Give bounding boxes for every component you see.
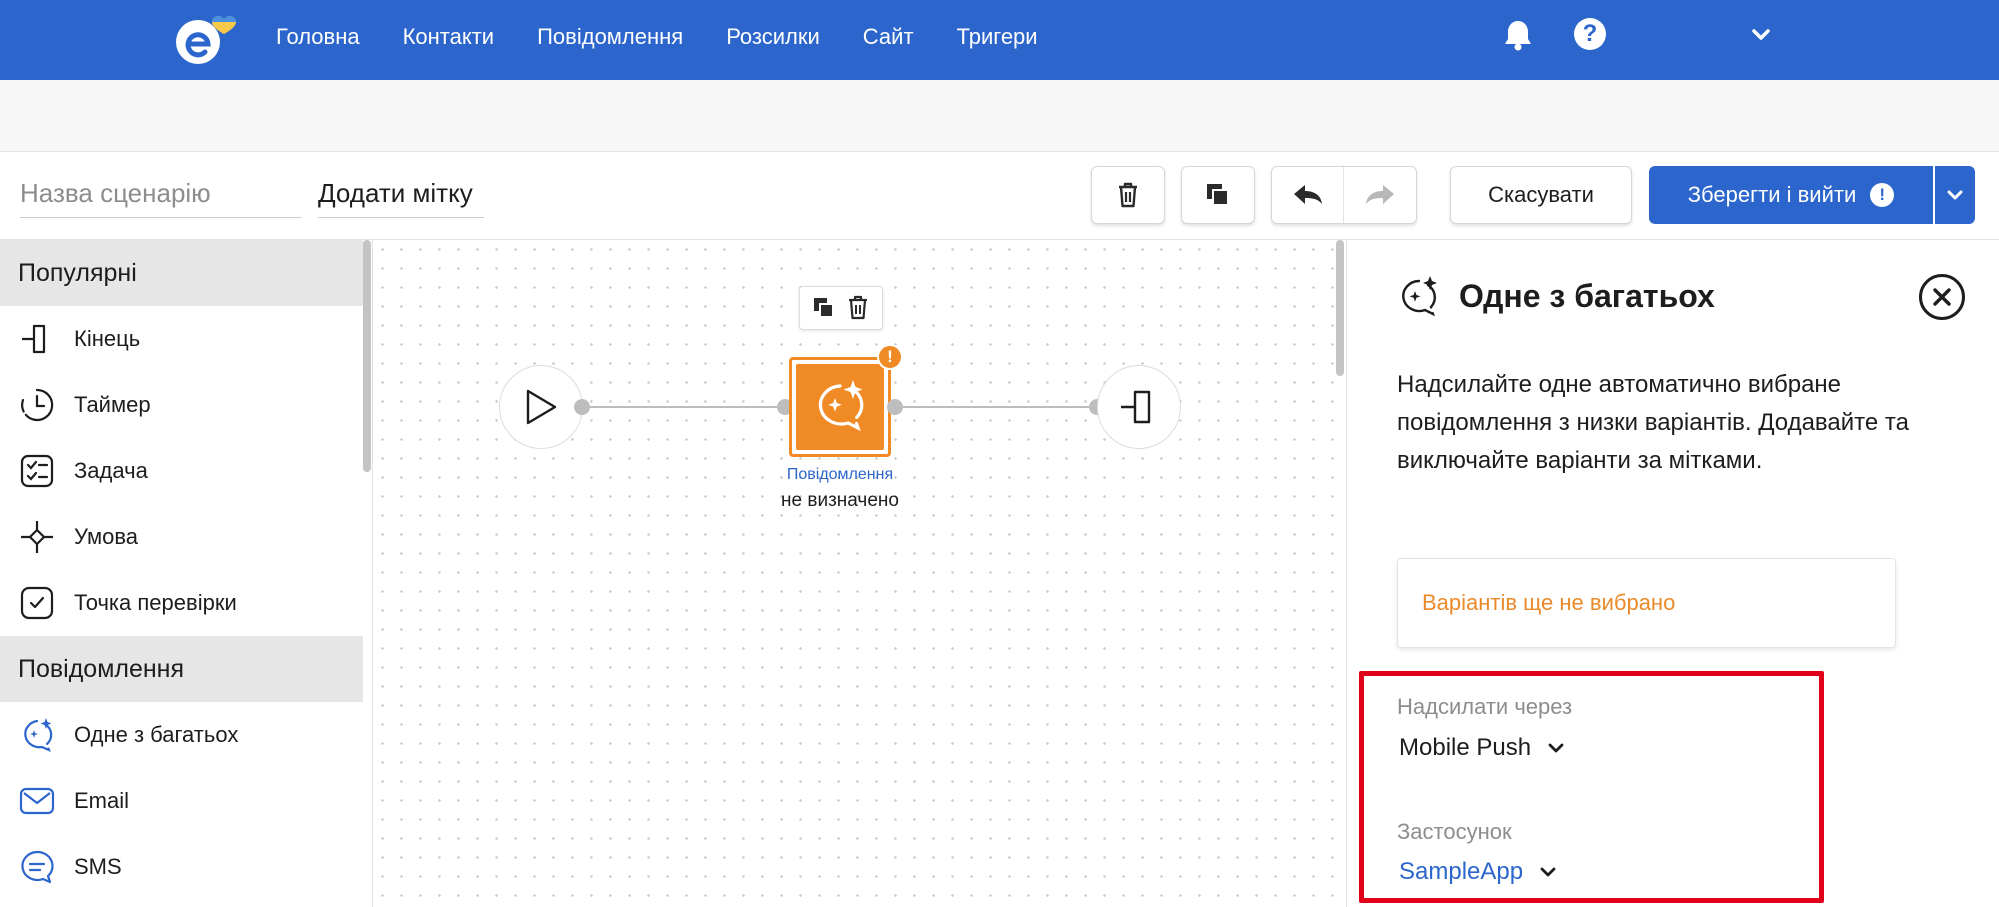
add-tag-input[interactable]: Додати мітку (318, 174, 484, 218)
checkpoint-icon (18, 584, 56, 622)
sidebar-item-checkpoint[interactable]: Точка перевірки (0, 570, 363, 636)
duplicate-button[interactable] (1181, 166, 1255, 224)
output-port[interactable] (887, 399, 903, 415)
message-node-body (796, 364, 884, 450)
trash-icon[interactable] (846, 295, 870, 321)
task-checklist-icon (18, 452, 56, 490)
redo-button[interactable] (1344, 167, 1416, 223)
workflow-canvas[interactable] (373, 240, 1345, 907)
sidebar-item-label: Задача (74, 458, 148, 483)
save-button-label: Зберегти і вийти (1687, 182, 1857, 207)
node-tools (799, 286, 883, 330)
sidebar-item-label: Кінець (74, 326, 141, 351)
scenario-name-input[interactable]: Назва сценарію (20, 174, 302, 218)
nav-item-contacts[interactable]: Контакти (403, 24, 495, 50)
logo[interactable] (172, 8, 252, 70)
delete-button[interactable] (1091, 166, 1165, 224)
send-via-value: Mobile Push (1399, 734, 1532, 761)
warning-icon: ! (1870, 183, 1895, 207)
send-via-select[interactable]: Mobile Push (1399, 734, 1565, 762)
redo-icon (1366, 185, 1394, 204)
undo-icon (1293, 185, 1322, 204)
nav-item-triggers[interactable]: Тригери (957, 24, 1038, 50)
output-port[interactable] (574, 399, 590, 415)
sidebar-item-condition[interactable]: Умова (0, 504, 363, 570)
sidebar-item-timer[interactable]: Таймер (0, 372, 363, 438)
sidebar-item-sms[interactable]: SMS (0, 834, 363, 900)
nav-item-messages[interactable]: Повідомлення (537, 24, 683, 50)
close-button[interactable] (1919, 274, 1965, 320)
timer-icon (18, 386, 56, 424)
sidebar-item-email[interactable]: Email (0, 768, 363, 834)
connector-line (895, 406, 1097, 408)
nav-item-home[interactable]: Головна (276, 24, 360, 50)
email-icon (18, 782, 56, 820)
sidebar-group-messages: Повідомлення (0, 636, 363, 702)
sidebar-scrollbar[interactable] (363, 240, 371, 472)
sidebar-item-one-of-many[interactable]: Одне з багатьох (0, 702, 363, 768)
blocks-sidebar: Популярні Кінець Таймер Задача Умова Точ… (0, 240, 363, 907)
close-icon (1933, 288, 1951, 306)
connector-line (581, 406, 785, 408)
canvas-scrollbar[interactable] (1336, 240, 1344, 376)
copy-icon[interactable] (812, 296, 836, 320)
sms-icon (18, 848, 56, 886)
sparkle-chat-icon (1396, 274, 1442, 325)
exit-bracket-icon (18, 320, 56, 358)
cancel-button[interactable]: Скасувати (1450, 166, 1632, 224)
node-type-label: Повідомлення (786, 466, 894, 483)
undo-redo-group (1271, 166, 1417, 224)
sidebar-item-task[interactable]: Задача (0, 438, 363, 504)
warning-badge: ! (877, 344, 903, 370)
undo-button[interactable] (1272, 167, 1344, 223)
sidebar-group-popular: Популярні (0, 240, 363, 306)
condition-diamond-icon (18, 518, 56, 556)
panel-title: Одне з багатьох (1459, 278, 1715, 314)
copy-icon (1207, 184, 1229, 206)
nav-item-campaigns[interactable]: Розсилки (726, 24, 820, 50)
app-select[interactable]: SampleApp (1399, 858, 1557, 886)
save-and-exit-button[interactable]: Зберегти і вийти ! (1649, 166, 1933, 224)
nav-item-site[interactable]: Сайт (863, 24, 914, 50)
exit-bracket-icon (1121, 390, 1151, 424)
app-label: Застосунок (1397, 819, 1512, 844)
panel-description: Надсилайте одне автоматично вибране пові… (1397, 371, 1909, 474)
sidebar-item-label: SMS (74, 854, 122, 879)
main-nav: Головна Контакти Повідомлення Розсилки С… (276, 0, 1038, 74)
chevron-down-icon[interactable] (1750, 24, 1772, 51)
chevron-down-icon (1548, 743, 1564, 753)
subheader-band (0, 80, 1999, 152)
scenario-toolbar: Назва сценарію Додати мітку Скасувати Зб… (0, 152, 1999, 240)
send-via-label: Надсилати через (1397, 694, 1573, 719)
sidebar-item-label: Таймер (74, 392, 151, 417)
app-value: SampleApp (1399, 858, 1524, 885)
end-node[interactable] (1097, 365, 1181, 449)
start-node[interactable] (499, 365, 583, 449)
help-icon[interactable]: ? (1574, 18, 1606, 50)
sidebar-item-end[interactable]: Кінець (0, 306, 363, 372)
sparkle-chat-icon (18, 716, 56, 754)
sidebar-item-label: Умова (74, 524, 139, 549)
variants-empty-card[interactable]: Варіантів ще не вибрано (1397, 558, 1896, 648)
sparkle-chat-icon (818, 380, 864, 432)
chevron-down-icon (1947, 190, 1963, 200)
message-node[interactable] (789, 357, 891, 457)
trash-icon (1119, 182, 1137, 208)
node-value-label: не визначено (781, 490, 899, 511)
sidebar-item-label: Email (74, 788, 130, 813)
chevron-down-icon (1540, 867, 1556, 877)
bell-icon[interactable] (1502, 18, 1534, 57)
save-options-dropdown[interactable] (1935, 166, 1975, 224)
play-icon (526, 389, 557, 425)
sidebar-item-label: Точка перевірки (74, 590, 237, 615)
sidebar-item-label: Одне з багатьох (74, 722, 239, 747)
top-navbar: Головна Контакти Повідомлення Розсилки С… (0, 0, 1999, 80)
